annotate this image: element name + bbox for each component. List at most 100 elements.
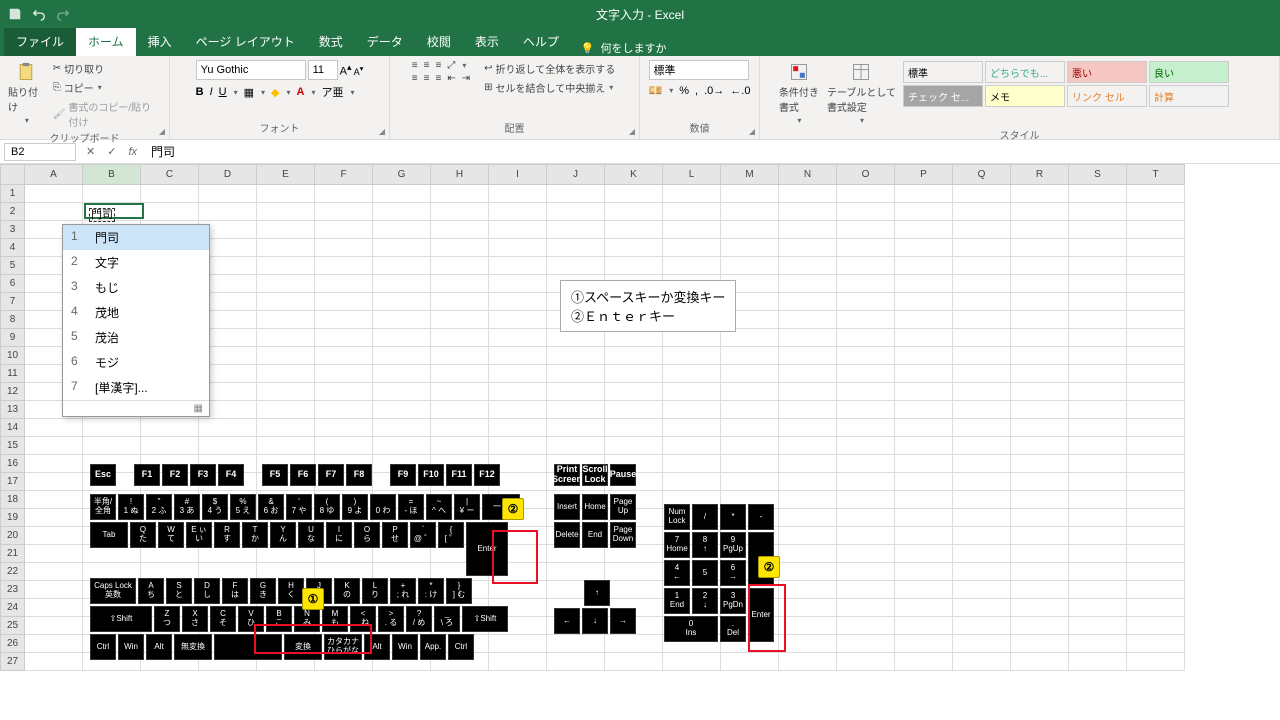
cell[interactable] bbox=[721, 401, 779, 419]
cell[interactable] bbox=[1011, 581, 1069, 599]
col-header-P[interactable]: P bbox=[895, 165, 953, 185]
cell[interactable] bbox=[1069, 563, 1127, 581]
cell[interactable] bbox=[895, 347, 953, 365]
cell[interactable] bbox=[1127, 509, 1185, 527]
cell[interactable] bbox=[779, 509, 837, 527]
cell[interactable] bbox=[837, 311, 895, 329]
cell[interactable] bbox=[1011, 473, 1069, 491]
cell[interactable] bbox=[779, 455, 837, 473]
cell[interactable] bbox=[837, 563, 895, 581]
number-format-select[interactable]: 標準 bbox=[649, 60, 749, 80]
cell[interactable] bbox=[1011, 563, 1069, 581]
cell[interactable] bbox=[895, 437, 953, 455]
accounting-format-icon[interactable]: 💴 bbox=[649, 84, 663, 97]
row-header-9[interactable]: 9 bbox=[1, 329, 25, 347]
cell[interactable] bbox=[547, 185, 605, 203]
col-header-N[interactable]: N bbox=[779, 165, 837, 185]
cell[interactable] bbox=[837, 347, 895, 365]
col-header-K[interactable]: K bbox=[605, 165, 663, 185]
cell[interactable] bbox=[315, 437, 373, 455]
cell[interactable] bbox=[663, 419, 721, 437]
ime-item-4[interactable]: 4茂地 bbox=[63, 300, 209, 325]
cell[interactable] bbox=[721, 473, 779, 491]
cell[interactable] bbox=[721, 203, 779, 221]
cell[interactable] bbox=[1127, 527, 1185, 545]
cell[interactable] bbox=[431, 311, 489, 329]
cell[interactable] bbox=[1127, 545, 1185, 563]
cell[interactable] bbox=[373, 275, 431, 293]
cell[interactable] bbox=[1069, 257, 1127, 275]
cell[interactable] bbox=[489, 383, 547, 401]
cell[interactable] bbox=[1069, 365, 1127, 383]
cell[interactable] bbox=[315, 365, 373, 383]
cell[interactable] bbox=[1011, 329, 1069, 347]
cell[interactable] bbox=[953, 437, 1011, 455]
cell[interactable] bbox=[837, 599, 895, 617]
ime-item-2[interactable]: 2文字 bbox=[63, 250, 209, 275]
cell[interactable] bbox=[779, 311, 837, 329]
row-header-19[interactable]: 19 bbox=[1, 509, 25, 527]
cell[interactable] bbox=[953, 509, 1011, 527]
cell[interactable] bbox=[25, 581, 83, 599]
col-header-H[interactable]: H bbox=[431, 165, 489, 185]
cell[interactable] bbox=[257, 383, 315, 401]
cell[interactable] bbox=[373, 239, 431, 257]
cell[interactable] bbox=[1011, 599, 1069, 617]
cell[interactable] bbox=[373, 293, 431, 311]
cell[interactable] bbox=[1069, 185, 1127, 203]
col-header-F[interactable]: F bbox=[315, 165, 373, 185]
cell[interactable] bbox=[953, 635, 1011, 653]
row-header-5[interactable]: 5 bbox=[1, 257, 25, 275]
conditional-format-button[interactable]: 条件付き 書式▾ bbox=[777, 60, 821, 127]
col-header-I[interactable]: I bbox=[489, 165, 547, 185]
cell[interactable] bbox=[779, 491, 837, 509]
cell[interactable] bbox=[547, 383, 605, 401]
cell[interactable] bbox=[779, 581, 837, 599]
cell[interactable] bbox=[721, 455, 779, 473]
cell[interactable] bbox=[547, 239, 605, 257]
cell[interactable] bbox=[605, 239, 663, 257]
col-header-A[interactable]: A bbox=[25, 165, 83, 185]
row-header-18[interactable]: 18 bbox=[1, 491, 25, 509]
cell[interactable] bbox=[431, 365, 489, 383]
cell[interactable] bbox=[315, 401, 373, 419]
ime-item-5[interactable]: 5茂治 bbox=[63, 325, 209, 350]
active-cell-edit[interactable]: 門司 bbox=[84, 203, 144, 219]
cell[interactable] bbox=[605, 347, 663, 365]
cell[interactable] bbox=[257, 293, 315, 311]
tab-layout[interactable]: ページ レイアウト bbox=[184, 27, 307, 56]
cell[interactable] bbox=[315, 239, 373, 257]
cell[interactable] bbox=[489, 311, 547, 329]
cell[interactable] bbox=[1011, 257, 1069, 275]
cell[interactable] bbox=[257, 311, 315, 329]
cell[interactable] bbox=[373, 221, 431, 239]
cell[interactable] bbox=[1069, 419, 1127, 437]
number-launcher-icon[interactable]: ◢ bbox=[749, 127, 755, 136]
row-header-11[interactable]: 11 bbox=[1, 365, 25, 383]
cell[interactable] bbox=[779, 203, 837, 221]
cell[interactable] bbox=[895, 491, 953, 509]
align-center-icon[interactable]: ≡ bbox=[424, 73, 430, 84]
row-header-20[interactable]: 20 bbox=[1, 527, 25, 545]
row-header-3[interactable]: 3 bbox=[1, 221, 25, 239]
fx-icon[interactable]: fx bbox=[122, 146, 143, 158]
cell[interactable] bbox=[895, 545, 953, 563]
cell[interactable] bbox=[895, 221, 953, 239]
row-header-8[interactable]: 8 bbox=[1, 311, 25, 329]
cell[interactable] bbox=[257, 437, 315, 455]
cell[interactable] bbox=[895, 185, 953, 203]
cell[interactable] bbox=[489, 257, 547, 275]
cell[interactable] bbox=[1127, 329, 1185, 347]
font-size-select[interactable] bbox=[308, 60, 338, 80]
orientation-icon[interactable]: ⤢ bbox=[447, 60, 455, 71]
cell[interactable] bbox=[431, 221, 489, 239]
cell[interactable] bbox=[373, 365, 431, 383]
cell[interactable] bbox=[895, 581, 953, 599]
cell[interactable] bbox=[721, 347, 779, 365]
redo-icon[interactable] bbox=[56, 7, 70, 21]
cell[interactable] bbox=[1127, 257, 1185, 275]
cell[interactable] bbox=[837, 203, 895, 221]
row-header-16[interactable]: 16 bbox=[1, 455, 25, 473]
cell[interactable] bbox=[953, 221, 1011, 239]
row-header-10[interactable]: 10 bbox=[1, 347, 25, 365]
